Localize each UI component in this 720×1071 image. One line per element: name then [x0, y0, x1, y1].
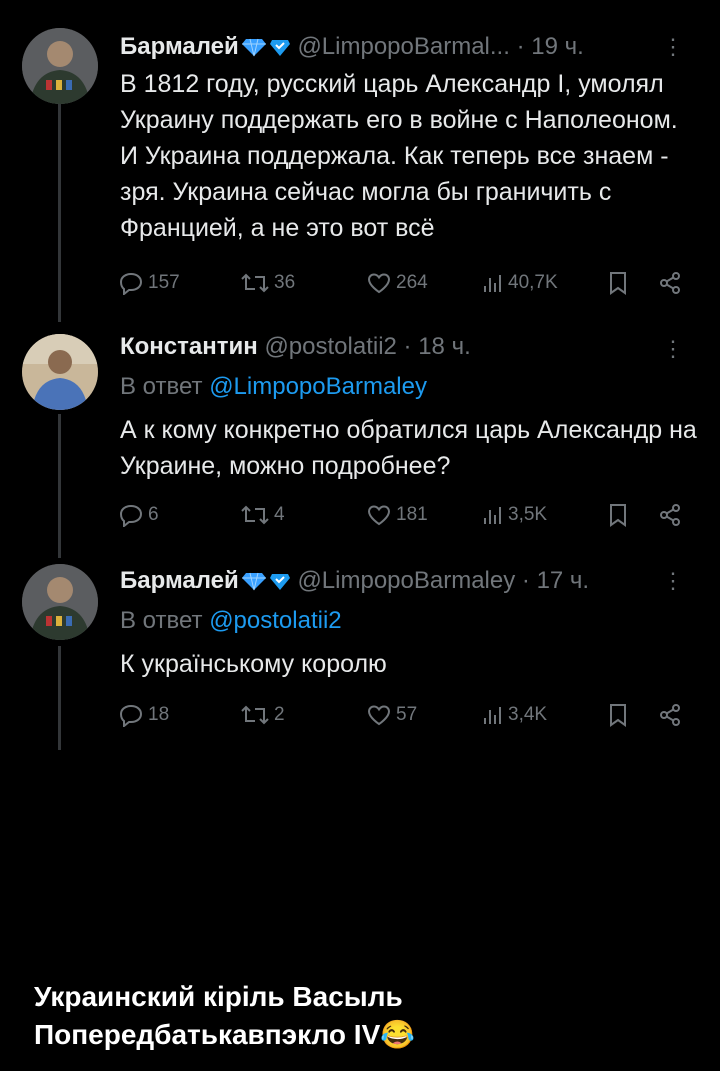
like-count: 57 — [396, 704, 418, 725]
tweet-header: Константин @postolatii2 · 18 ч. — [120, 332, 471, 362]
views-count: 3,5K — [508, 504, 548, 525]
heart-icon — [366, 503, 392, 527]
retweet-button[interactable]: 4 — [240, 500, 285, 530]
views-icon — [482, 703, 504, 727]
replying-to: В ответ @LimpopoBarmaley — [120, 372, 427, 402]
timestamp[interactable]: · 19 ч. — [517, 33, 584, 60]
views-button[interactable]: 3,4K — [482, 700, 547, 730]
retweet-icon — [240, 503, 270, 527]
tweet-text: А к кому конкретно обратился царь Алекса… — [120, 416, 697, 480]
share-icon — [658, 271, 682, 295]
share-button[interactable] — [658, 500, 682, 530]
like-button[interactable]: 181 — [366, 500, 428, 530]
more-icon[interactable]: ⋮ — [662, 32, 684, 62]
retweet-count: 36 — [274, 272, 296, 293]
reply-icon — [118, 703, 144, 727]
reply-icon — [118, 503, 144, 527]
retweet-icon — [240, 703, 270, 727]
like-count: 264 — [396, 272, 428, 293]
bookmark-icon — [608, 503, 628, 527]
reply-button[interactable]: 157 — [118, 268, 180, 298]
views-icon — [482, 271, 504, 295]
timestamp[interactable]: · 18 ч. — [404, 333, 471, 360]
handle[interactable]: @LimpopoBarmal... — [297, 33, 509, 60]
tweet[interactable]: Бармалей @LimpopoBarmal... · 19 ч. ⋮ В 1… — [0, 0, 720, 310]
display-name[interactable]: Бармалей — [120, 33, 239, 60]
retweet-icon — [240, 271, 270, 295]
views-button[interactable]: 3,5K — [482, 500, 547, 530]
share-button[interactable] — [658, 268, 682, 298]
retweet-count: 4 — [274, 504, 285, 525]
views-count: 40,7K — [508, 272, 558, 293]
bookmark-icon — [608, 271, 628, 295]
replying-label: В ответ — [120, 607, 203, 634]
tweet-text: К українському королю — [120, 650, 387, 678]
views-button[interactable]: 40,7K — [482, 268, 558, 298]
handle[interactable]: @postolatii2 — [264, 333, 396, 360]
display-name[interactable]: Бармалей — [120, 567, 239, 594]
tweet-text: В 1812 году, русский царь Александр I, у… — [120, 70, 678, 242]
tweet-actions: 6 4 181 3,5K — [118, 500, 688, 530]
tweet-header: Бармалей @LimpopoBarmal... · 19 ч. — [120, 32, 584, 65]
more-icon[interactable]: ⋮ — [662, 566, 684, 596]
like-count: 181 — [396, 504, 428, 525]
diamond-icon — [241, 569, 267, 599]
retweet-button[interactable]: 36 — [240, 268, 295, 298]
laughing-emoji-icon: 😂 — [380, 1019, 416, 1050]
reply-button[interactable]: 6 — [118, 500, 159, 530]
bookmark-button[interactable] — [608, 268, 628, 298]
retweet-button[interactable]: 2 — [240, 700, 285, 730]
reply-icon — [118, 271, 144, 295]
reply-count: 18 — [148, 704, 170, 725]
verified-badge-icon — [269, 569, 291, 599]
caption-line: Попередбатькавпэкло IV😂 — [34, 1016, 694, 1054]
like-button[interactable]: 57 — [366, 700, 417, 730]
share-icon — [658, 703, 682, 727]
avatar[interactable] — [22, 28, 98, 104]
reply-count: 157 — [148, 272, 180, 293]
views-count: 3,4K — [508, 704, 548, 725]
thread-line — [58, 414, 61, 558]
tweet-actions: 157 36 264 40,7K — [118, 268, 688, 298]
timestamp[interactable]: · 17 ч. — [522, 567, 589, 594]
heart-icon — [366, 271, 392, 295]
caption: Украинский кіріль Васыль Попередбатькавп… — [34, 978, 694, 1054]
avatar[interactable] — [22, 564, 98, 640]
bookmark-icon — [608, 703, 628, 727]
verified-badge-icon — [269, 35, 291, 65]
views-icon — [482, 503, 504, 527]
share-button[interactable] — [658, 700, 682, 730]
caption-line-text: Попередбатькавпэкло IV — [34, 1019, 381, 1050]
avatar[interactable] — [22, 334, 98, 410]
replying-label: В ответ — [120, 373, 203, 400]
caption-line: Украинский кіріль Васыль — [34, 981, 403, 1012]
share-icon — [658, 503, 682, 527]
display-name[interactable]: Константин — [120, 333, 258, 360]
reply-button[interactable]: 18 — [118, 700, 169, 730]
bookmark-button[interactable] — [608, 700, 628, 730]
bookmark-button[interactable] — [608, 500, 628, 530]
handle[interactable]: @LimpopoBarmaley — [297, 567, 515, 594]
diamond-icon — [241, 35, 267, 65]
tweet-actions: 18 2 57 3,4K — [118, 700, 688, 730]
replying-to: В ответ @postolatii2 — [120, 606, 342, 636]
mention-link[interactable]: @LimpopoBarmaley — [209, 373, 427, 400]
retweet-count: 2 — [274, 704, 285, 725]
more-icon[interactable]: ⋮ — [662, 334, 684, 364]
like-button[interactable]: 264 — [366, 268, 428, 298]
tweet-header: Бармалей @LimpopoBarmaley · 17 ч. — [120, 566, 589, 599]
heart-icon — [366, 703, 392, 727]
reply-count: 6 — [148, 504, 159, 525]
thread-line — [58, 646, 61, 750]
mention-link[interactable]: @postolatii2 — [209, 607, 341, 634]
